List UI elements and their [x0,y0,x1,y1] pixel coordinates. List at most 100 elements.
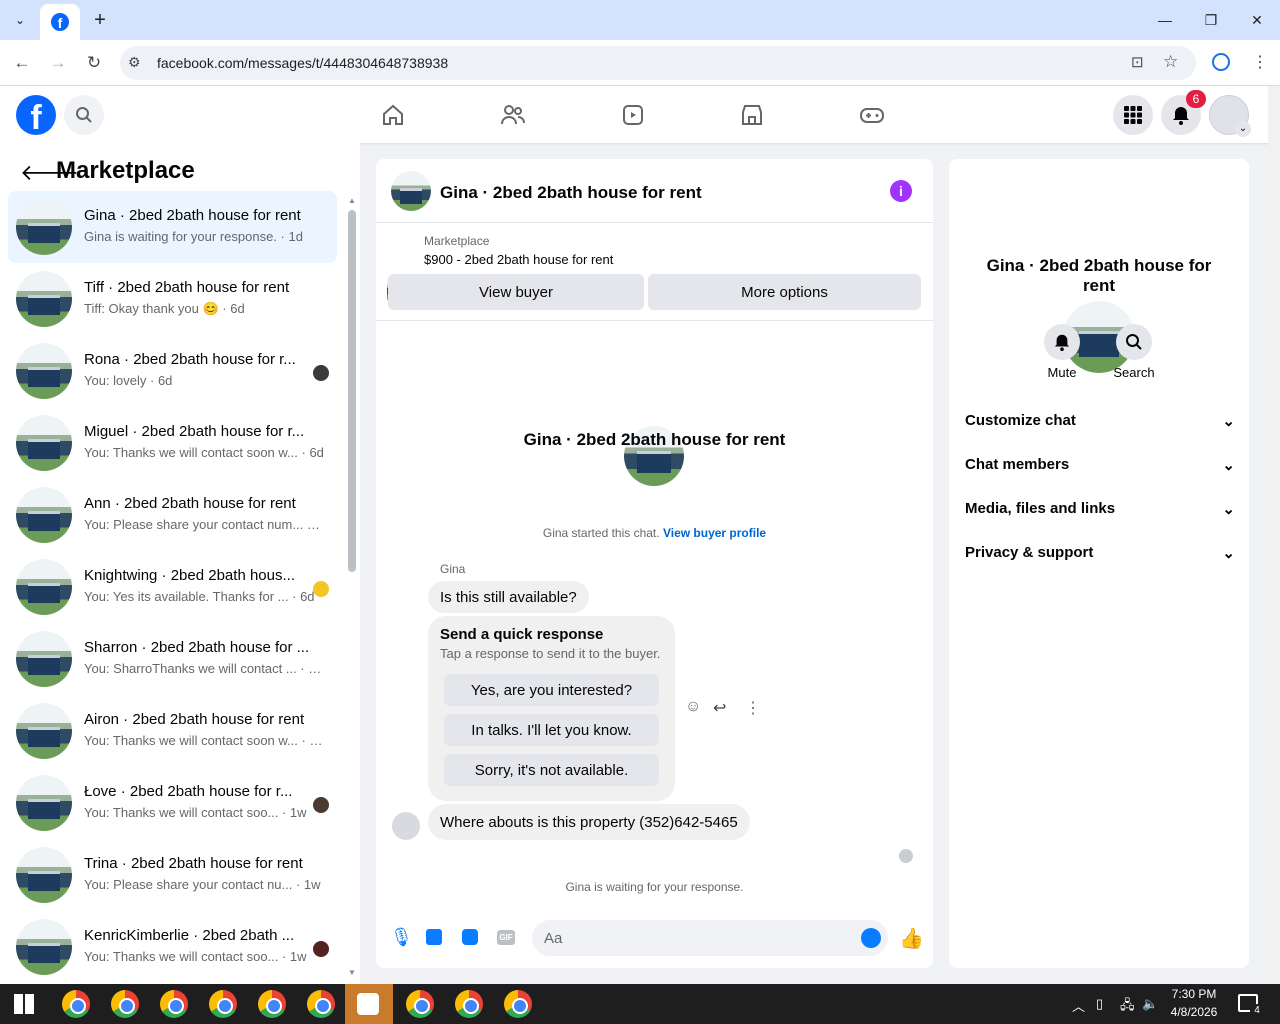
menu-grid-icon[interactable] [1113,95,1153,135]
conversation-item[interactable]: Tiff · 2bed 2bath house for rent Tiff: Ok… [8,263,337,335]
thumbs-up-icon[interactable]: 👍 [899,926,924,951]
video-icon[interactable] [617,99,649,131]
react-icon[interactable]: ☺ [685,698,701,716]
search-conversation-icon[interactable] [1116,324,1152,360]
conversation-item[interactable]: Trina · 2bed 2bath house for rent You: Pl… [8,839,337,911]
reload-icon[interactable]: ↻ [82,51,106,75]
conversation-avatar [16,703,72,759]
tab-search-button[interactable]: ⌄ [8,8,32,32]
conversation-avatar [16,631,72,687]
install-icon[interactable]: ⊡ [1131,53,1144,71]
tray-device-icon[interactable]: ▯ [1096,996,1103,1012]
customize-chat-item[interactable]: Customize chat ⌄ [965,412,1235,430]
conversation-name: Miguel · 2bed 2bath house for r... [84,423,305,440]
minimize-icon[interactable]: — [1150,8,1180,32]
chrome-taskbar-icon[interactable] [406,990,434,1018]
conversation-item[interactable]: KenricKimberlie · 2bed 2bath ... You: Tha… [8,911,337,983]
message-bubble[interactable]: Is this still available? [428,581,589,613]
message-placeholder[interactable]: Aa [544,930,562,947]
chat-members-item[interactable]: Chat members ⌄ [965,456,1235,474]
chrome-taskbar-icon[interactable] [111,990,139,1018]
conversation-avatar [16,919,72,975]
quick-response-subtitle: Tap a response to send it to the buyer. [440,646,661,661]
mute-bell-icon[interactable] [1044,324,1080,360]
close-icon[interactable]: ✕ [1242,8,1272,32]
menu-kebab-icon[interactable]: ⋮ [1252,52,1268,72]
more-icon[interactable]: ⋮ [745,698,761,718]
clock-time[interactable]: 7:30 PM [1164,987,1224,1001]
tray-chevron-icon[interactable]: ︿ [1072,996,1085,1015]
chrome-taskbar-icon[interactable] [258,990,286,1018]
conversation-item[interactable]: Gina · 2bed 2bath house for rent Gina is … [8,191,337,263]
quick-reply-not-available-button[interactable]: Sorry, it's not available. [444,754,659,786]
bookmark-star-icon[interactable]: ☆ [1163,52,1178,72]
chrome-taskbar-icon[interactable] [504,990,532,1018]
forward-icon[interactable]: → [46,51,70,75]
chat-title[interactable]: Gina · 2bed 2bath house for rent [440,183,702,203]
facebook-logo[interactable]: f [16,95,56,135]
new-tab-button[interactable]: + [88,8,112,32]
chat-avatar[interactable] [391,171,431,211]
conversation-item[interactable]: Łove · 2bed 2bath house for r... You: Tha… [8,767,337,839]
message-input[interactable] [532,920,888,956]
scroll-up-icon[interactable]: ▲ [348,196,356,205]
capcut-app[interactable] [345,984,393,1024]
chevron-down-icon[interactable]: ⌄ [1235,121,1251,137]
search-label[interactable]: Search [1104,365,1164,380]
search-icon[interactable] [64,95,104,135]
microphone-icon[interactable]: 🎙 [390,927,413,948]
view-buyer-profile-link[interactable]: View buyer profile [663,526,766,540]
listing-label: Marketplace [424,234,490,248]
info-icon[interactable]: i [890,180,912,202]
listing-title[interactable]: $900 - 2bed 2bath house for rent [424,252,613,267]
gif-icon[interactable]: GIF [497,930,515,945]
mute-label[interactable]: Mute [1032,365,1092,380]
chrome-taskbar-icon[interactable] [307,990,335,1018]
quick-reply-yes-button[interactable]: Yes, are you interested? [444,674,659,706]
marketplace-icon[interactable] [736,99,768,131]
gaming-icon[interactable] [856,99,888,131]
sticker-icon[interactable] [462,929,478,945]
windows-start-icon[interactable] [14,994,34,1014]
back-icon[interactable]: ← [10,51,34,75]
privacy-support-item[interactable]: Privacy & support ⌄ [965,544,1235,562]
site-info-icon[interactable]: ⚙ [128,54,141,71]
reply-icon[interactable]: ↩ [713,698,726,718]
media-files-links-item[interactable]: Media, files and links ⌄ [965,500,1235,518]
media-files-links-label: Media, files and links [965,500,1116,517]
message-bubble[interactable]: Where abouts is this property (352)642-5… [428,804,750,840]
friends-icon[interactable] [497,99,529,131]
conversation-avatar [16,343,72,399]
url-text[interactable]: facebook.com/messages/t/4448304648738938 [157,55,448,71]
profile-name: Gina · 2bed 2bath house for rent [523,430,786,449]
profile-icon[interactable] [1212,53,1230,71]
quick-reply-in-talks-button[interactable]: In talks. I'll let you know. [444,714,659,746]
view-buyer-button[interactable]: View buyer [388,274,644,310]
browser-tab[interactable]: f [40,4,80,40]
home-icon[interactable] [377,99,409,131]
scroll-down-icon[interactable]: ▼ [348,968,356,977]
conversation-item[interactable]: Ann · 2bed 2bath house for rent You: Plea… [8,479,337,551]
photo-icon[interactable] [426,929,442,945]
conversation-item[interactable]: Rona · 2bed 2bath house for r... You: lov… [8,335,337,407]
chrome-taskbar-icon[interactable] [160,990,188,1018]
volume-icon[interactable]: 🔈 [1142,996,1158,1012]
scrollbar[interactable] [348,210,356,572]
conversation-preview: You: SharroThanks we will contact ... · … [84,661,324,676]
chrome-taskbar-icon[interactable] [455,990,483,1018]
chrome-taskbar-icon[interactable] [62,990,90,1018]
restore-icon[interactable]: ❐ [1196,8,1226,32]
network-icon[interactable]: 🖧 [1120,996,1135,1018]
page-scrollbar[interactable] [1268,86,1280,984]
more-options-button[interactable]: More options [648,274,921,310]
conversation-item[interactable]: Sharron · 2bed 2bath house for ... You: S… [8,623,337,695]
sender-avatar[interactable] [392,812,420,840]
clock-date[interactable]: 4/8/2026 [1164,1005,1224,1019]
conversation-item[interactable]: Miguel · 2bed 2bath house for r... You: T… [8,407,337,479]
conversation-name: Tiff · 2bed 2bath house for rent [84,279,290,296]
chrome-taskbar-icon[interactable] [209,990,237,1018]
emoji-icon[interactable] [861,928,881,948]
conversation-item[interactable]: Knightwing · 2bed 2bath hous... You: Yes … [8,551,337,623]
read-receipt-avatar [313,365,329,381]
conversation-item[interactable]: Airon · 2bed 2bath house for rent You: Th… [8,695,337,767]
